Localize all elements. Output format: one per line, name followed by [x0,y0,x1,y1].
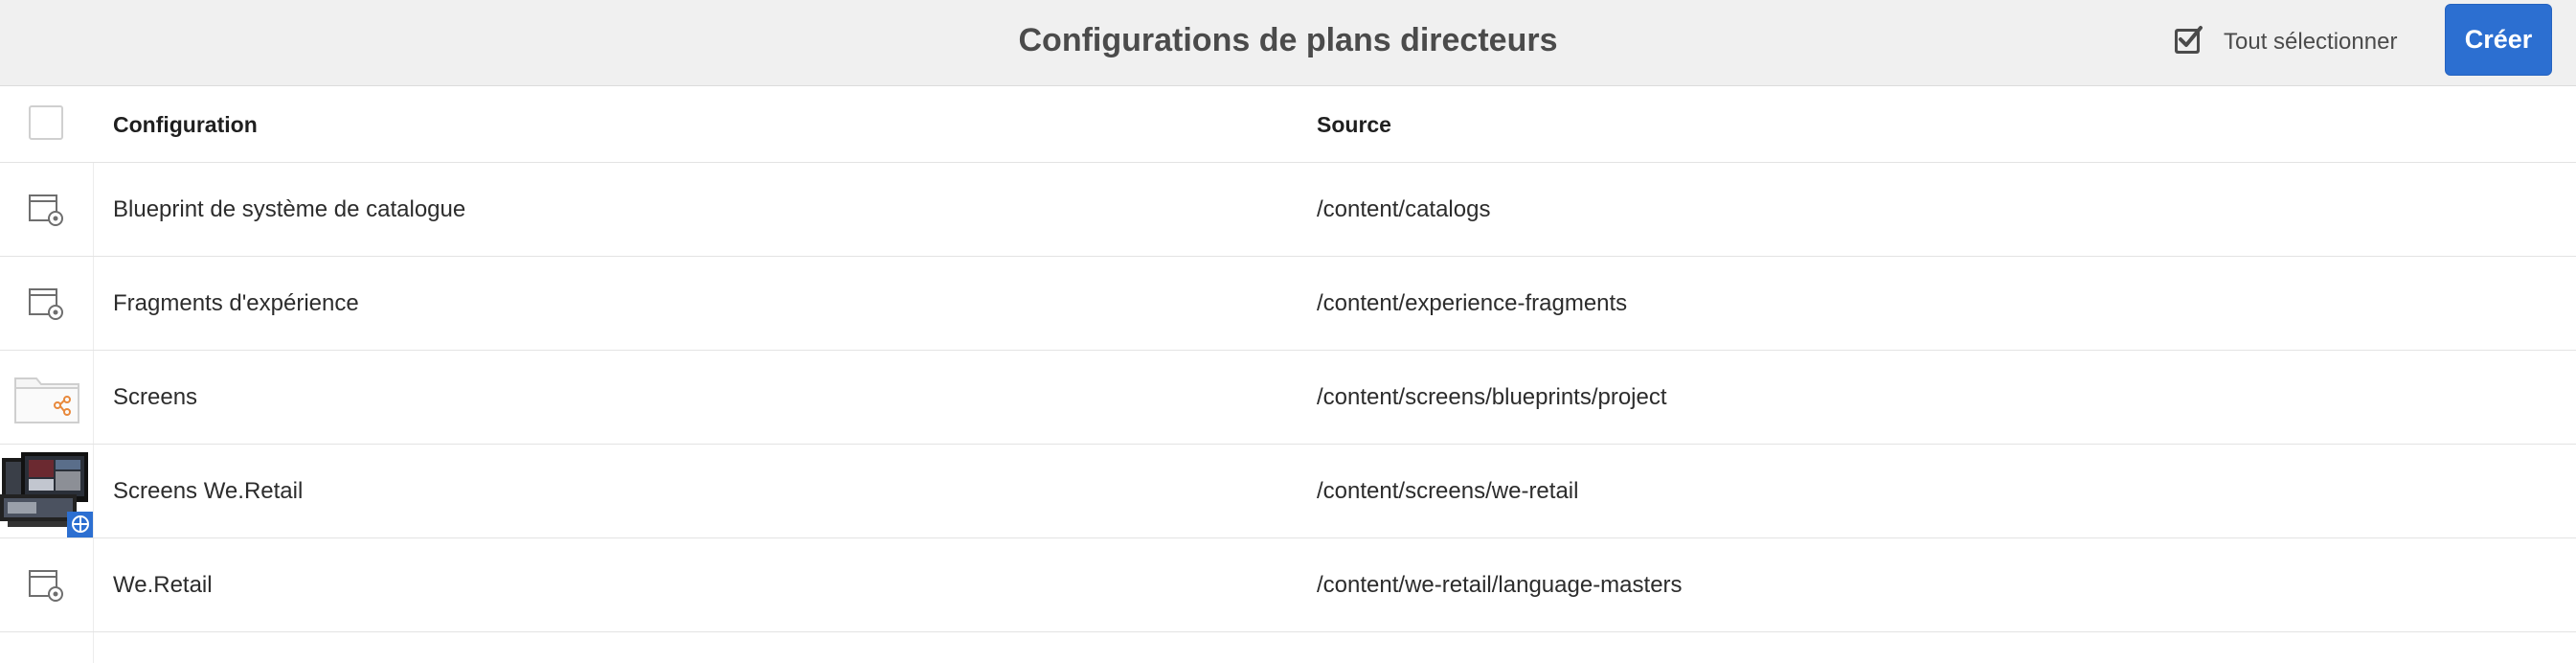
page-gear-icon [29,287,63,320]
row-thumbnail[interactable] [0,538,94,631]
select-all-label: Tout sélectionner [2224,29,2398,55]
row-thumbnail[interactable] [0,163,94,256]
page-gear-icon [29,569,63,602]
column-header-configuration[interactable]: Configuration [113,86,258,163]
row-configuration: We.Retail [113,571,213,598]
select-all-checkbox-icon [2172,24,2204,61]
table-row[interactable]: Blueprint de système de catalogue /conte… [0,163,2576,257]
screens-thumbnail [0,445,93,537]
folder-share-icon [14,377,79,423]
select-all-button[interactable]: Tout sélectionner [2172,21,2397,63]
row-configuration: Fragments d'expérience [113,289,359,316]
row-source: /content/screens/blueprints/project [1317,383,1667,410]
row-source: /content/we-retail/language-masters [1317,571,1683,598]
row-configuration: Screens We.Retail [113,477,304,504]
table-row[interactable]: Screens We.Retail /content/screens/we-re… [0,445,2576,538]
table-row[interactable]: Screens /content/screens/blueprints/proj… [0,351,2576,445]
table-header: Configuration Source [0,86,2576,163]
column-header-source[interactable]: Source [1317,86,1391,163]
top-bar: Configurations de plans directeurs Tout … [0,0,2576,86]
row-thumbnail[interactable] [0,632,94,663]
select-all-rows-checkbox[interactable] [29,105,63,140]
row-thumbnail[interactable] [0,257,94,350]
row-configuration: Screens [113,383,198,410]
table-row[interactable]: Fragments d'expérience /content/experien… [0,257,2576,351]
row-configuration: Blueprint de système de catalogue [113,195,466,222]
row-source: /content/screens/we-retail [1317,477,1579,504]
row-source: /content/catalogs [1317,195,1491,222]
row-thumbnail[interactable] [0,351,94,444]
table-row[interactable] [0,632,2576,663]
row-source: /content/experience-fragments [1317,289,1628,316]
page-gear-icon [29,194,63,226]
table-row[interactable]: We.Retail /content/we-retail/language-ma… [0,538,2576,632]
create-button[interactable]: Créer [2445,4,2552,76]
row-thumbnail[interactable] [0,445,94,537]
